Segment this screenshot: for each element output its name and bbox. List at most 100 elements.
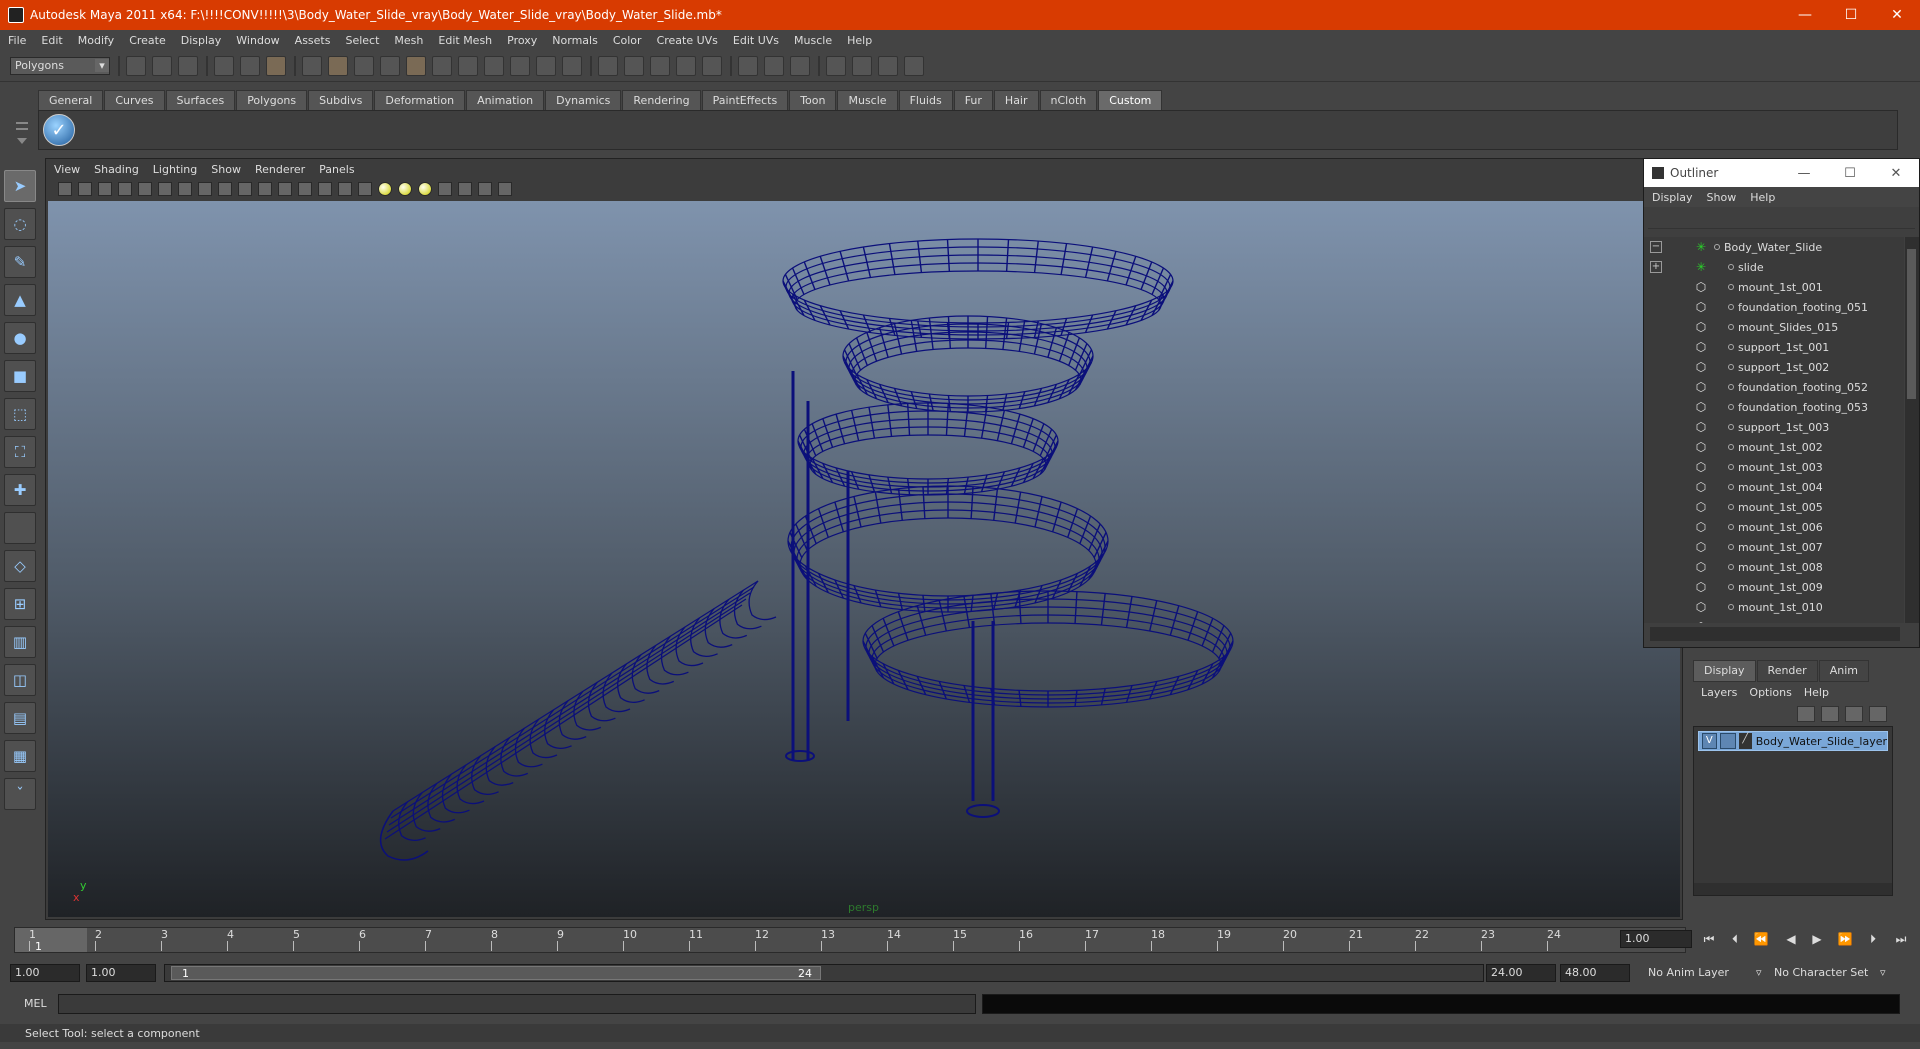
outliner-horizontal-scrollbar[interactable] bbox=[1650, 627, 1900, 641]
menu-create-uvs[interactable]: Create UVs bbox=[657, 34, 718, 47]
shelf-tab-animation[interactable]: Animation bbox=[466, 90, 545, 110]
shelf-tab-deformation[interactable]: Deformation bbox=[374, 90, 466, 110]
play-forwards-icon[interactable]: ▶ bbox=[1808, 930, 1826, 948]
shadows-icon[interactable] bbox=[418, 182, 432, 196]
viewport-menu-shading[interactable]: Shading bbox=[94, 163, 139, 176]
image-plane-icon[interactable] bbox=[118, 182, 132, 196]
select-tool-icon[interactable]: ➤ bbox=[4, 170, 36, 202]
select-question-icon[interactable] bbox=[510, 55, 530, 76]
select-line-icon[interactable] bbox=[380, 55, 400, 76]
snap-view-plane-icon[interactable] bbox=[676, 55, 696, 76]
persp-outliner-layout-icon[interactable]: ▥ bbox=[4, 626, 36, 658]
expand-toggle-icon[interactable]: − bbox=[1650, 241, 1662, 253]
shelf-tab-general[interactable]: General bbox=[38, 90, 104, 110]
input-ops-icon[interactable] bbox=[764, 55, 784, 76]
layer-playback-toggle[interactable] bbox=[1719, 733, 1737, 749]
shelf-tab-ncloth[interactable]: nCloth bbox=[1039, 90, 1098, 110]
chevron-down-icon[interactable]: ▿ bbox=[1880, 964, 1886, 982]
outliner-minimize-button[interactable]: — bbox=[1781, 166, 1827, 181]
create-layer-from-selection-icon[interactable] bbox=[1869, 706, 1887, 722]
select-pivot-icon[interactable] bbox=[458, 55, 478, 76]
menu-modify[interactable]: Modify bbox=[78, 34, 114, 47]
outliner-item[interactable]: ⬡ mount_1st_010 bbox=[1644, 597, 1904, 617]
open-scene-icon[interactable] bbox=[152, 55, 172, 76]
construction-history-icon[interactable] bbox=[738, 55, 758, 76]
select-component-icon[interactable] bbox=[266, 55, 286, 76]
range-slider-thumb[interactable]: 1 24 bbox=[171, 966, 821, 980]
layout-options-chevron-icon[interactable]: ˇ bbox=[4, 778, 36, 810]
character-set-dropdown[interactable]: No Character Set bbox=[1774, 964, 1868, 982]
lock-selection-icon[interactable] bbox=[536, 55, 556, 76]
smooth-shade-icon[interactable] bbox=[318, 182, 332, 196]
menu-edit-uvs[interactable]: Edit UVs bbox=[733, 34, 779, 47]
shelf-tab-surfaces[interactable]: Surfaces bbox=[165, 90, 236, 110]
menu-window[interactable]: Window bbox=[236, 34, 279, 47]
outliner-item[interactable]: ⬡ mount_1st_007 bbox=[1644, 537, 1904, 557]
viewport-menu-view[interactable]: View bbox=[54, 163, 80, 176]
last-tool-icon[interactable] bbox=[4, 512, 36, 544]
outliner-item[interactable]: + ✳ slide bbox=[1644, 257, 1904, 277]
shelf-tab-dynamics[interactable]: Dynamics bbox=[545, 90, 622, 110]
layer-tab-anim[interactable]: Anim bbox=[1818, 660, 1869, 682]
universal-manipulator-icon[interactable]: ⬚ bbox=[4, 398, 36, 430]
snap-grid-icon[interactable] bbox=[598, 55, 618, 76]
snap-curve-icon[interactable] bbox=[624, 55, 644, 76]
minimize-button[interactable]: — bbox=[1782, 0, 1828, 30]
lasso-tool-icon[interactable]: ◌ bbox=[4, 208, 36, 240]
layer-menu-options[interactable]: Options bbox=[1749, 686, 1791, 699]
outliner-close-button[interactable]: ✕ bbox=[1873, 166, 1919, 181]
expand-toggle-icon[interactable]: + bbox=[1650, 261, 1662, 273]
outliner-item[interactable]: ⬡ support_1st_002 bbox=[1644, 357, 1904, 377]
move-tool-icon[interactable]: ▲ bbox=[4, 284, 36, 316]
go-to-start-icon[interactable]: ⏮ bbox=[1700, 930, 1718, 948]
wireframe-on-shaded-icon[interactable] bbox=[338, 182, 352, 196]
shelf-tab-rendering[interactable]: Rendering bbox=[622, 90, 701, 110]
persp-hypershade-layout-icon[interactable]: ▤ bbox=[4, 702, 36, 734]
animation-start-field[interactable]: 1.00 bbox=[10, 964, 80, 982]
outliner-menu-display[interactable]: Display bbox=[1652, 191, 1693, 204]
step-forward-frame-icon[interactable]: ⏵ bbox=[1864, 930, 1882, 948]
shelf-tab-muscle[interactable]: Muscle bbox=[837, 90, 898, 110]
viewport-menu-renderer[interactable]: Renderer bbox=[255, 163, 305, 176]
step-back-frame-icon[interactable]: ⏴ bbox=[1726, 930, 1744, 948]
show-manipulator-icon[interactable]: ✚ bbox=[4, 474, 36, 506]
shelf-tab-hair[interactable]: Hair bbox=[993, 90, 1039, 110]
menu-normals[interactable]: Normals bbox=[552, 34, 598, 47]
xray-joints-icon[interactable] bbox=[458, 182, 472, 196]
outliner-vertical-scrollbar[interactable] bbox=[1905, 237, 1919, 623]
outliner-item[interactable]: ⬡ foundation_footing_051 bbox=[1644, 297, 1904, 317]
menu-select[interactable]: Select bbox=[345, 34, 379, 47]
select-handle-icon[interactable] bbox=[484, 55, 504, 76]
maximize-button[interactable]: ☐ bbox=[1828, 0, 1874, 30]
range-slider-track[interactable]: 1 24 bbox=[164, 964, 1484, 982]
soft-modification-icon[interactable]: ⛶ bbox=[4, 436, 36, 468]
perspective-viewport[interactable]: x y persp bbox=[48, 201, 1680, 917]
gate-mask-icon[interactable] bbox=[218, 182, 232, 196]
select-point-icon[interactable] bbox=[354, 55, 374, 76]
bookmarks-icon[interactable] bbox=[98, 182, 112, 196]
single-perspective-layout-icon[interactable]: ◇ bbox=[4, 550, 36, 582]
safe-action-icon[interactable] bbox=[258, 182, 272, 196]
time-slider-track[interactable]: 1 1 2 3 4 5 6 7 8 9 10 11 12 13 14 15 16 17 18 19 20 21 22 23 2… bbox=[14, 927, 1686, 953]
go-to-end-icon[interactable]: ⏭ bbox=[1892, 930, 1910, 948]
texture-icon[interactable] bbox=[498, 182, 512, 196]
outliner-item[interactable]: ⬡ support_1st_001 bbox=[1644, 337, 1904, 357]
shelf-tab-subdivs[interactable]: Subdivs bbox=[308, 90, 374, 110]
highlight-selection-icon[interactable] bbox=[562, 55, 582, 76]
outliner-item[interactable]: − ✳ Body_Water_Slide bbox=[1644, 237, 1904, 257]
four-view-layout-icon[interactable]: ⊞ bbox=[4, 588, 36, 620]
shelf-tab-curves[interactable]: Curves bbox=[104, 90, 165, 110]
select-param-icon[interactable] bbox=[432, 55, 452, 76]
select-hierarchy-icon[interactable] bbox=[214, 55, 234, 76]
move-layer-down-icon[interactable] bbox=[1821, 706, 1839, 722]
outliner-menu-help[interactable]: Help bbox=[1750, 191, 1775, 204]
2d-pan-zoom-icon[interactable] bbox=[138, 182, 152, 196]
select-object-icon[interactable] bbox=[240, 55, 260, 76]
playback-end-field[interactable]: 24.00 bbox=[1486, 964, 1556, 982]
save-scene-icon[interactable] bbox=[178, 55, 198, 76]
menu-proxy[interactable]: Proxy bbox=[507, 34, 537, 47]
command-language-label[interactable]: MEL bbox=[24, 997, 47, 1010]
menu-set-select[interactable]: Polygons ▾ bbox=[10, 56, 110, 75]
render-current-icon[interactable] bbox=[852, 55, 872, 76]
menu-muscle[interactable]: Muscle bbox=[794, 34, 832, 47]
